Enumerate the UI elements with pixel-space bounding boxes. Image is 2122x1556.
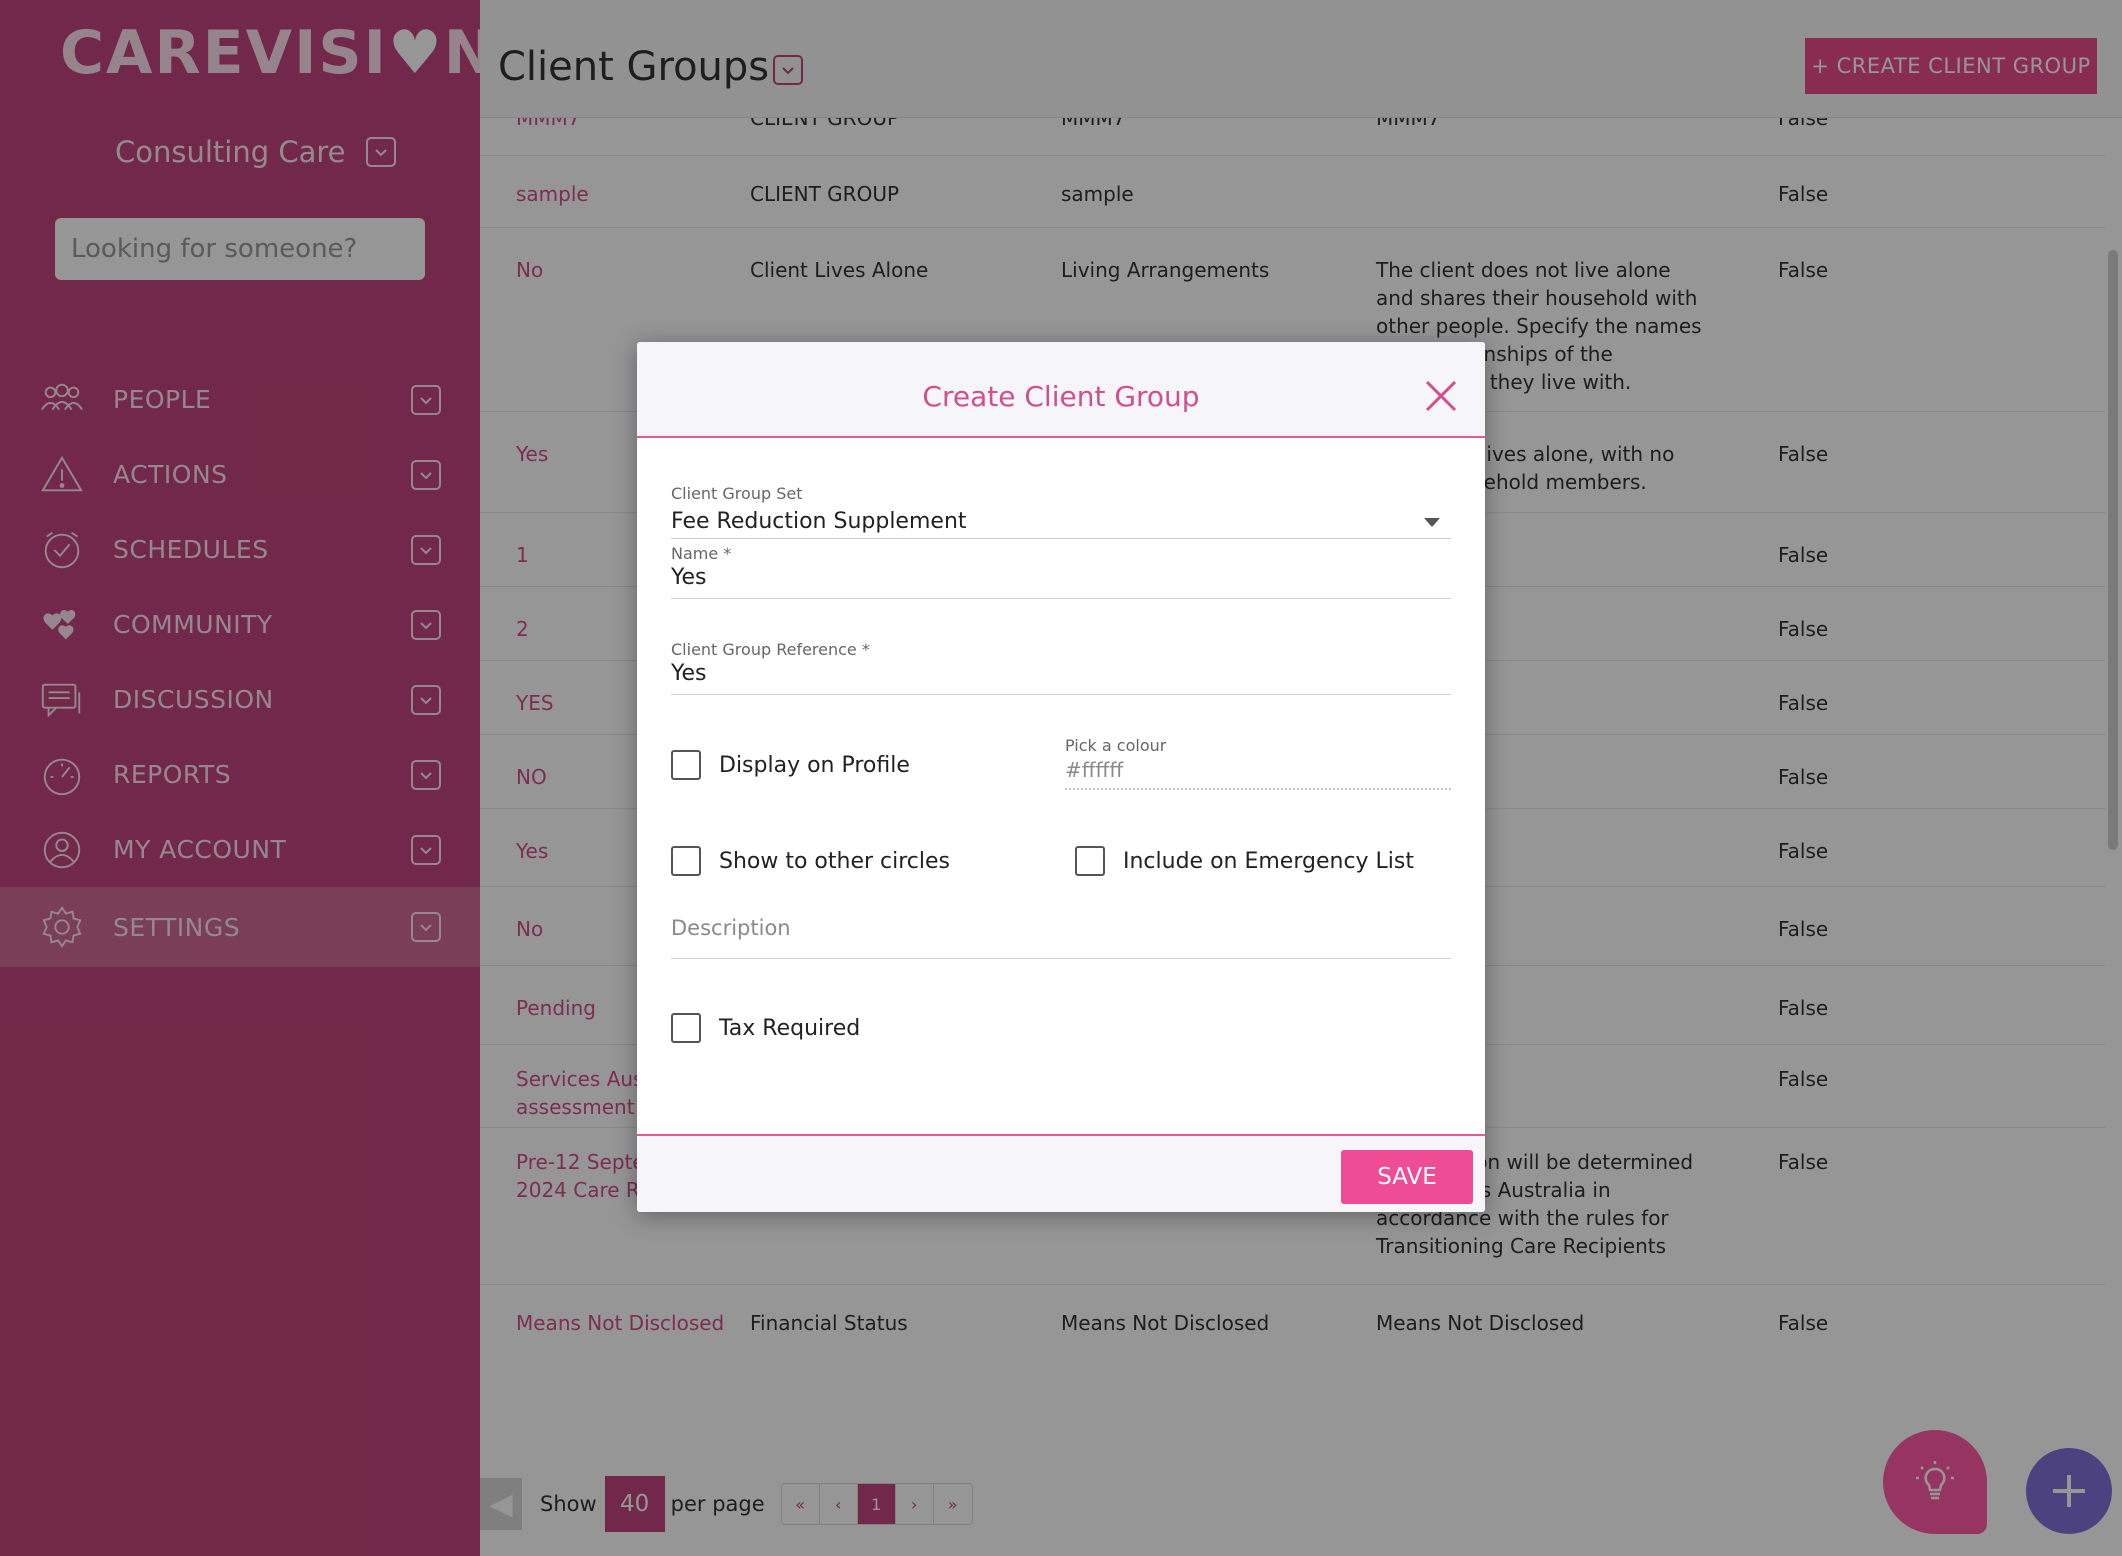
- checkbox-label: Tax Required: [719, 1015, 861, 1041]
- emergency-list-checkbox[interactable]: Include on Emergency List: [1075, 846, 1414, 876]
- modal-footer: SAVE: [637, 1134, 1485, 1212]
- field-underline: [671, 958, 1451, 959]
- checkbox-box[interactable]: [1075, 846, 1105, 876]
- client-group-set-label: Client Group Set: [671, 484, 803, 503]
- checkbox-label: Show to other circles: [719, 848, 951, 874]
- field-underline: [671, 538, 1451, 539]
- checkbox-box[interactable]: [671, 1013, 701, 1043]
- checkbox-label: Display on Profile: [719, 752, 910, 778]
- description-input[interactable]: Description: [671, 916, 791, 940]
- modal-title: Create Client Group: [922, 380, 1200, 413]
- reference-input[interactable]: Yes: [671, 661, 707, 686]
- field-underline: [671, 598, 1451, 599]
- tax-required-checkbox[interactable]: Tax Required: [671, 1013, 860, 1043]
- client-group-set-select[interactable]: Fee Reduction Supplement: [671, 509, 967, 534]
- create-client-group-dialog: Create Client Group Client Group Set Fee…: [637, 342, 1485, 1212]
- close-icon[interactable]: [1423, 378, 1459, 414]
- reference-label: Client Group Reference *: [671, 640, 870, 659]
- display-on-profile-checkbox[interactable]: Display on Profile: [671, 750, 910, 780]
- name-label: Name *: [671, 544, 732, 563]
- colour-label: Pick a colour: [1065, 736, 1167, 755]
- modal-header: Create Client Group: [637, 342, 1485, 438]
- dropdown-caret-icon[interactable]: [1424, 518, 1440, 527]
- colour-underline: [1065, 788, 1451, 790]
- save-button[interactable]: SAVE: [1341, 1150, 1473, 1204]
- field-underline: [671, 694, 1451, 695]
- name-input[interactable]: Yes: [671, 565, 707, 590]
- show-other-circles-checkbox[interactable]: Show to other circles: [671, 846, 950, 876]
- checkbox-label: Include on Emergency List: [1123, 848, 1415, 874]
- checkbox-box[interactable]: [671, 750, 701, 780]
- colour-input[interactable]: #ffffff: [1065, 758, 1123, 782]
- checkbox-box[interactable]: [671, 846, 701, 876]
